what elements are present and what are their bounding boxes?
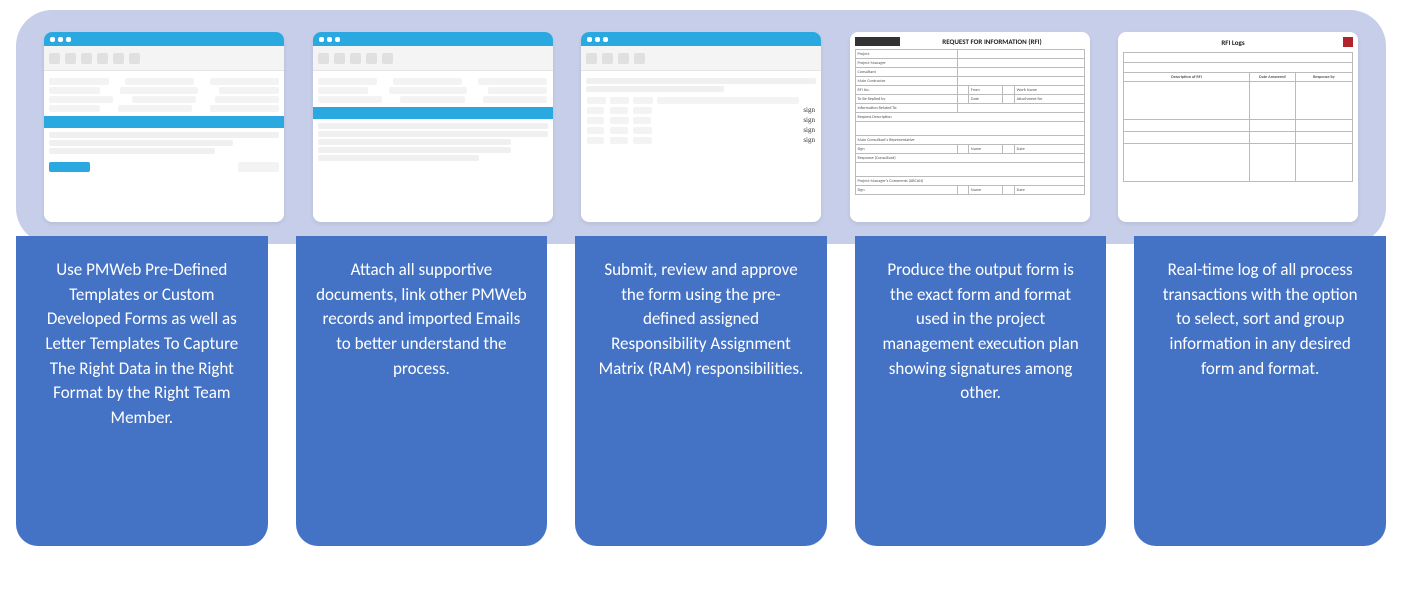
card-realtime-log: Real-time log of all process transaction… xyxy=(1134,236,1386,546)
card-text: Use PMWeb Pre-Defined Templates or Custo… xyxy=(36,258,248,430)
thumb-attachments xyxy=(313,32,553,222)
card-text: Real-time log of all process transaction… xyxy=(1154,258,1366,381)
card-text: Submit, review and approve the form usin… xyxy=(595,258,807,381)
thumb-rfi-document: REQUEST FOR INFORMATION (RFI) Project Pr… xyxy=(850,32,1090,222)
lbl-project: Project xyxy=(855,50,957,59)
card-attachments: Attach all supportive documents, link ot… xyxy=(296,236,548,546)
rfi-doc-title: REQUEST FOR INFORMATION (RFI) xyxy=(942,37,1041,46)
card-text: Produce the output form is the exact for… xyxy=(875,258,1087,406)
thumbnail-band: sign sign sign sign REQUEST FOR INFORMAT… xyxy=(16,10,1386,244)
card-text: Attach all supportive documents, link ot… xyxy=(316,258,528,381)
logo-small xyxy=(1343,37,1353,47)
logo-arcan xyxy=(855,37,900,46)
thumb-rfi-log: RFI Logs Description of RFI Date Answere… xyxy=(1118,32,1358,222)
thumb-pmweb-template xyxy=(44,32,284,222)
card-templates: Use PMWeb Pre-Defined Templates or Custo… xyxy=(16,236,268,546)
card-workflow: Submit, review and approve the form usin… xyxy=(575,236,827,546)
thumb-workflow: sign sign sign sign xyxy=(581,32,821,222)
card-output-form: Produce the output form is the exact for… xyxy=(855,236,1107,546)
cards-row: Use PMWeb Pre-Defined Templates or Custo… xyxy=(0,236,1402,546)
rfi-log-title: RFI Logs xyxy=(1221,38,1244,47)
